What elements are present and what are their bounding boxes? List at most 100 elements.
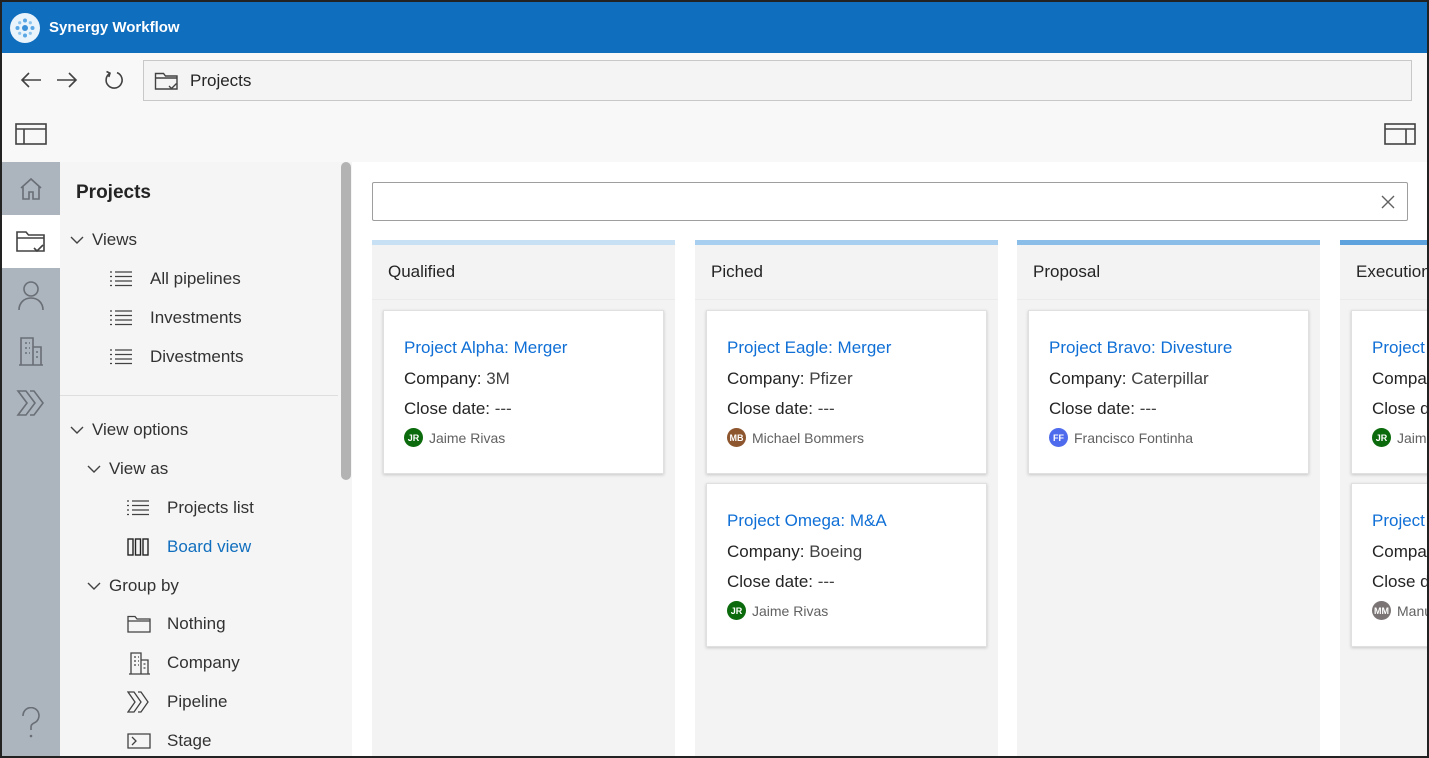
rail-help[interactable] (2, 696, 60, 749)
tree-item-divestments[interactable]: Divestments (110, 342, 244, 372)
tree-item-label: Divestments (150, 347, 244, 366)
tree-group-by-label: Group by (109, 576, 179, 595)
company-value: 3M (486, 369, 510, 388)
company-label: Company: (727, 369, 805, 388)
tree-item-stage[interactable]: Stage (127, 726, 211, 756)
company-label: Company: (727, 542, 805, 561)
chevron-down-icon (70, 235, 92, 245)
tree-item-all-pipelines[interactable]: All pipelines (110, 264, 241, 294)
toggle-nav-pane-button[interactable] (15, 122, 47, 146)
address-bar[interactable]: Projects (143, 60, 1412, 101)
card-title[interactable]: Project Alpha: Merger (404, 338, 567, 358)
rail-people[interactable] (2, 268, 60, 321)
app-window: Synergy Workflow Projects Projects Views… (0, 0, 1429, 758)
forward-button[interactable] (54, 67, 80, 93)
tree-group-by[interactable]: Group by (87, 571, 179, 601)
avatar: JR (404, 428, 423, 447)
board-area: Qualified Project Alpha: Merger Company:… (352, 162, 1429, 756)
app-logo-icon (10, 12, 40, 43)
project-card[interactable]: Project Eagle: Merger Company: Pfizer Cl… (706, 310, 987, 474)
card-title[interactable]: Project Bravo: Divesture (1049, 338, 1232, 358)
tree-item-label: All pipelines (150, 269, 241, 288)
card-close-date: Close da (1372, 399, 1427, 419)
owner-name: Jaime Rivas (752, 602, 829, 619)
column-accent-bar (1340, 240, 1427, 245)
card-owner: JR Jaime (1372, 428, 1427, 447)
tree-view-options-label: View options (92, 420, 189, 439)
list-icon (110, 310, 136, 326)
project-card[interactable]: Project Omega: M&A Company: Boeing Close… (706, 483, 987, 647)
column-accent-bar (372, 240, 675, 245)
tree-views[interactable]: Views (70, 225, 137, 255)
toolbar (2, 108, 1427, 162)
company-label: Company: (1049, 369, 1127, 388)
avatar: MM (1372, 601, 1391, 620)
company-value: Boeing (809, 542, 863, 561)
card-owner: JR Jaime Rivas (727, 601, 828, 620)
tree-view-as-label: View as (109, 459, 169, 478)
card-company: Compar (1372, 369, 1427, 389)
project-card[interactable]: Project Compar Close da JR Jaime (1351, 310, 1427, 474)
avatar: MB (727, 428, 746, 447)
card-owner: JR Jaime Rivas (404, 428, 505, 447)
search-input[interactable] (373, 183, 1363, 220)
card-title[interactable]: Project Eagle: Merger (727, 338, 891, 358)
tree-item-investments[interactable]: Investments (110, 303, 242, 333)
search-box[interactable] (372, 182, 1408, 221)
tree-view-options[interactable]: View options (70, 415, 188, 445)
card-title[interactable]: Project (1372, 338, 1425, 358)
side-panel-scrollbar[interactable] (341, 162, 351, 480)
tree-item-company[interactable]: Company (127, 648, 240, 678)
toggle-detail-pane-button[interactable] (1384, 122, 1416, 146)
owner-name: Michael Bommers (752, 429, 865, 446)
tree-view-as[interactable]: View as (87, 454, 168, 484)
tree-item-pipeline[interactable]: Pipeline (127, 687, 228, 717)
card-owner: MB Michael Bommers (727, 428, 864, 447)
rail-home[interactable] (2, 162, 60, 215)
building-icon (19, 336, 43, 366)
refresh-button[interactable] (101, 67, 127, 93)
clear-search-button[interactable] (1379, 193, 1397, 211)
project-card[interactable]: Project Compar Close da MM Manu (1351, 483, 1429, 647)
projects-folder-icon (154, 70, 180, 92)
left-pane-icon (15, 123, 47, 145)
tree-item-label: Projects list (167, 498, 254, 517)
tree-item-label: Company (167, 653, 240, 672)
company-label: Compar (1372, 542, 1429, 561)
close-icon (1381, 195, 1395, 209)
list-icon (127, 500, 153, 516)
owner-name: Francisco Fontinha (1074, 429, 1194, 446)
navigation-bar: Projects (2, 53, 1427, 108)
board-column-proposal: Proposal Project Bravo: Divesture Compan… (1017, 240, 1320, 756)
rail-companies[interactable] (2, 324, 60, 377)
list-icon (110, 271, 136, 287)
column-header: Piched (711, 262, 763, 281)
folder-icon (127, 615, 153, 633)
tree-item-board-view[interactable]: Board view (127, 532, 251, 562)
card-close-date: Close date: --- (727, 572, 835, 592)
avatar: FF (1049, 428, 1068, 447)
close-date-value: --- (494, 399, 512, 418)
owner-name: Manu (1397, 602, 1429, 619)
card-close-date: Close date: --- (727, 399, 835, 419)
column-header: Proposal (1033, 262, 1101, 281)
pipeline-icon (16, 389, 44, 416)
project-card[interactable]: Project Bravo: Divesture Company: Caterp… (1028, 310, 1309, 474)
rail-pipelines[interactable] (2, 376, 60, 429)
card-title[interactable]: Project (1372, 511, 1425, 531)
board-column-qualified: Qualified Project Alpha: Merger Company:… (372, 240, 675, 756)
tree-item-label: Stage (167, 731, 212, 750)
rail-projects[interactable] (2, 215, 60, 268)
card-title[interactable]: Project Omega: M&A (727, 511, 887, 531)
tree-item-nothing[interactable]: Nothing (127, 609, 226, 639)
stage-icon (127, 733, 153, 749)
card-owner: MM Manu (1372, 601, 1429, 620)
back-button[interactable] (18, 67, 44, 93)
column-accent-bar (695, 240, 998, 245)
person-icon (18, 280, 44, 310)
title-bar: Synergy Workflow (2, 2, 1427, 53)
tree-item-label: Investments (150, 308, 242, 327)
tree-item-projects-list[interactable]: Projects list (127, 493, 254, 523)
project-card[interactable]: Project Alpha: Merger Company: 3M Close … (383, 310, 664, 474)
divider (60, 395, 338, 396)
